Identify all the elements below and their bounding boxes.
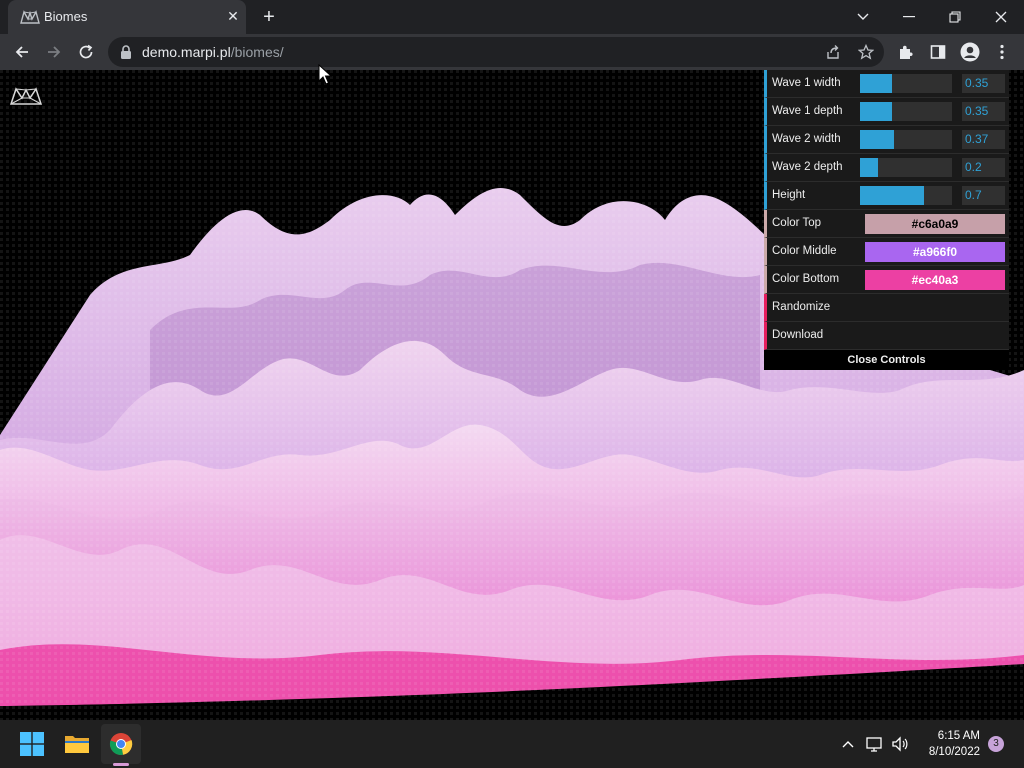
wave-2-depth-control: Wave 2 depth 0.2 bbox=[764, 154, 1009, 182]
reload-icon bbox=[79, 44, 93, 59]
chrome-icon bbox=[109, 733, 133, 755]
file-explorer-button[interactable] bbox=[57, 724, 97, 764]
address-bar[interactable]: demo.marpi.pl/biomes/ bbox=[108, 37, 884, 67]
restore-icon bbox=[949, 11, 961, 23]
tab-biomes[interactable]: Biomes ✕ bbox=[8, 0, 246, 34]
back-button[interactable] bbox=[9, 39, 35, 65]
randomize-button[interactable]: Randomize bbox=[764, 294, 1009, 322]
wave-1-depth-input[interactable]: 0.35 bbox=[962, 102, 1005, 121]
profile-button[interactable] bbox=[958, 40, 982, 64]
close-window-button[interactable] bbox=[978, 0, 1024, 34]
url-domain: demo.marpi.pl bbox=[142, 44, 231, 60]
control-label: Height bbox=[772, 189, 806, 201]
color-middle-swatch[interactable]: #a966f0 bbox=[865, 242, 1005, 262]
tab-close-icon[interactable]: ✕ bbox=[224, 7, 242, 25]
color-top-swatch[interactable]: #c6a0a9 bbox=[865, 214, 1005, 234]
wave-2-width-control: Wave 2 width 0.37 bbox=[764, 126, 1009, 154]
browser-toolbar: demo.marpi.pl/biomes/ bbox=[0, 34, 1024, 70]
extensions-button[interactable] bbox=[894, 40, 918, 64]
puzzle-icon bbox=[900, 45, 913, 59]
url-text[interactable]: demo.marpi.pl/biomes/ bbox=[142, 44, 284, 60]
control-label: Color Top bbox=[772, 217, 822, 229]
tab-search-button[interactable] bbox=[840, 0, 886, 34]
network-button[interactable] bbox=[865, 734, 885, 754]
clock-time: 6:15 AM bbox=[937, 730, 980, 742]
speaker-icon bbox=[892, 736, 908, 752]
wave-1-width-control: Wave 1 width 0.35 bbox=[764, 70, 1009, 98]
url-path: /biomes/ bbox=[230, 44, 284, 60]
start-button[interactable] bbox=[12, 724, 52, 764]
wave-1-width-input[interactable]: 0.35 bbox=[962, 74, 1005, 93]
marpi-logo-icon bbox=[20, 10, 40, 24]
close-icon bbox=[995, 11, 1007, 23]
wave-1-depth-slider[interactable] bbox=[860, 102, 952, 121]
tab-title: Biomes bbox=[44, 9, 88, 24]
minimize-icon bbox=[903, 16, 915, 18]
wave-2-depth-slider[interactable] bbox=[860, 158, 952, 177]
wave-2-depth-input[interactable]: 0.2 bbox=[962, 158, 1005, 177]
control-label: Color Bottom bbox=[772, 273, 840, 285]
randomize-label: Randomize bbox=[772, 301, 831, 313]
clock-date: 8/10/2022 bbox=[928, 746, 980, 758]
windows-logo-icon bbox=[20, 732, 44, 756]
folder-icon bbox=[65, 736, 89, 753]
active-app-indicator bbox=[113, 763, 129, 766]
minimize-button[interactable] bbox=[886, 0, 932, 34]
system-clock[interactable]: 6:15 AM 8/10/2022 bbox=[914, 728, 980, 760]
arrow-left-icon bbox=[15, 46, 28, 58]
arrow-right-icon bbox=[48, 46, 61, 58]
wave-1-width-slider[interactable] bbox=[860, 74, 952, 93]
wave-2-width-slider[interactable] bbox=[860, 130, 952, 149]
volume-button[interactable] bbox=[890, 734, 910, 754]
control-label: Wave 1 width bbox=[772, 77, 841, 89]
new-tab-button[interactable]: + bbox=[258, 6, 280, 28]
kebab-menu-icon bbox=[1000, 44, 1004, 60]
side-panel-icon bbox=[930, 45, 946, 59]
share-icon bbox=[827, 45, 839, 59]
height-control: Height 0.7 bbox=[764, 182, 1009, 210]
notification-badge[interactable]: 3 bbox=[988, 736, 1004, 752]
download-button[interactable]: Download bbox=[764, 322, 1009, 350]
forward-button[interactable] bbox=[41, 39, 67, 65]
wave-1-depth-control: Wave 1 depth 0.35 bbox=[764, 98, 1009, 126]
control-label: Wave 2 depth bbox=[772, 161, 843, 173]
wave-2-width-input[interactable]: 0.37 bbox=[962, 130, 1005, 149]
download-label: Download bbox=[772, 329, 824, 341]
lock-icon[interactable] bbox=[120, 45, 132, 59]
height-slider[interactable] bbox=[860, 186, 952, 205]
controls-panel: Wave 1 width 0.35 Wave 1 depth 0.35 Wave… bbox=[764, 70, 1009, 370]
chrome-taskbar-button[interactable] bbox=[101, 724, 141, 764]
taskbar: 6:15 AM 8/10/2022 3 bbox=[0, 720, 1024, 768]
side-panel-button[interactable] bbox=[926, 40, 950, 64]
star-icon bbox=[858, 44, 874, 60]
color-top-control: Color Top #c6a0a9 bbox=[764, 210, 1009, 238]
avatar-icon bbox=[960, 42, 980, 62]
bookmark-button[interactable] bbox=[855, 41, 877, 63]
marpi-logo-icon[interactable] bbox=[10, 86, 42, 106]
show-hidden-icons-button[interactable] bbox=[838, 734, 858, 754]
close-controls-button[interactable]: Close Controls bbox=[764, 350, 1009, 370]
share-button[interactable] bbox=[822, 41, 844, 63]
height-input[interactable]: 0.7 bbox=[962, 186, 1005, 205]
chrome-menu-button[interactable] bbox=[990, 40, 1014, 64]
color-bottom-control: Color Bottom #ec40a3 bbox=[764, 266, 1009, 294]
control-label: Wave 1 depth bbox=[772, 105, 843, 117]
restore-button[interactable] bbox=[932, 0, 978, 34]
chevron-up-icon bbox=[842, 741, 854, 748]
chevron-down-icon bbox=[857, 13, 869, 20]
control-label: Color Middle bbox=[772, 245, 837, 257]
color-bottom-swatch[interactable]: #ec40a3 bbox=[865, 270, 1005, 290]
network-icon bbox=[866, 737, 882, 752]
color-middle-control: Color Middle #a966f0 bbox=[764, 238, 1009, 266]
tab-strip: Biomes ✕ + bbox=[0, 0, 1024, 34]
mouse-cursor-icon bbox=[318, 64, 332, 85]
control-label: Wave 2 width bbox=[772, 133, 841, 145]
reload-button[interactable] bbox=[73, 39, 99, 65]
